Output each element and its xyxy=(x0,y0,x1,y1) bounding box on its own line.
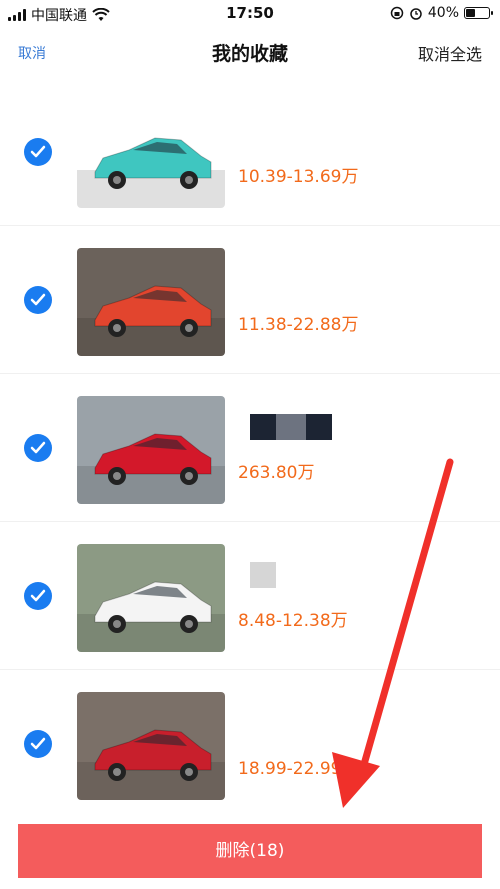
battery-percent: 40% xyxy=(427,5,459,21)
checkmark-icon xyxy=(30,145,46,158)
price-label: 18.99-22.99万 xyxy=(238,759,359,779)
price-label: 263.80万 xyxy=(238,463,315,483)
alarm-icon xyxy=(410,8,422,20)
status-bar: 中国联通 17:50 40% xyxy=(0,0,500,28)
car-thumbnail[interactable] xyxy=(77,692,225,800)
item-checkbox[interactable] xyxy=(24,286,52,314)
favorite-item[interactable]: 11.38-22.88万 xyxy=(0,226,500,374)
deselect-all-button[interactable]: 取消全选 xyxy=(418,41,482,65)
price-label: 11.38-22.88万 xyxy=(238,315,359,335)
checkmark-icon xyxy=(30,589,46,602)
price-label: 10.39-13.69万 xyxy=(238,167,359,187)
checkmark-icon xyxy=(30,737,46,750)
nav-bar: 取消 我的收藏 取消全选 xyxy=(0,28,500,76)
favorite-item[interactable]: 263.80万 xyxy=(0,374,500,522)
favorite-item[interactable]: 10.39-13.69万 xyxy=(0,78,500,226)
checkmark-icon xyxy=(30,441,46,454)
rotation-lock-icon xyxy=(390,6,404,20)
price-label: 8.48-12.38万 xyxy=(238,611,348,631)
status-right: 40% xyxy=(390,5,493,21)
battery-icon xyxy=(464,7,493,19)
favorites-list: 10.39-13.69万 11.38-22.88万 263.80万 8.48-12.3… xyxy=(0,78,500,818)
item-checkbox[interactable] xyxy=(24,730,52,758)
car-image xyxy=(77,137,225,208)
car-image xyxy=(77,729,225,800)
car-thumbnail[interactable] xyxy=(77,100,225,208)
item-checkbox[interactable] xyxy=(24,582,52,610)
delete-button[interactable]: 删除(18) xyxy=(18,824,482,878)
car-image xyxy=(77,285,225,356)
checkmark-icon xyxy=(30,293,46,306)
item-checkbox[interactable] xyxy=(24,138,52,166)
car-image xyxy=(77,581,225,652)
car-thumbnail[interactable] xyxy=(77,248,225,356)
car-thumbnail[interactable] xyxy=(77,544,225,652)
favorite-item[interactable]: 18.99-22.99万 xyxy=(0,670,500,818)
car-image xyxy=(77,433,225,504)
favorite-item[interactable]: 8.48-12.38万 xyxy=(0,522,500,670)
item-checkbox[interactable] xyxy=(24,434,52,462)
car-thumbnail[interactable] xyxy=(77,396,225,504)
